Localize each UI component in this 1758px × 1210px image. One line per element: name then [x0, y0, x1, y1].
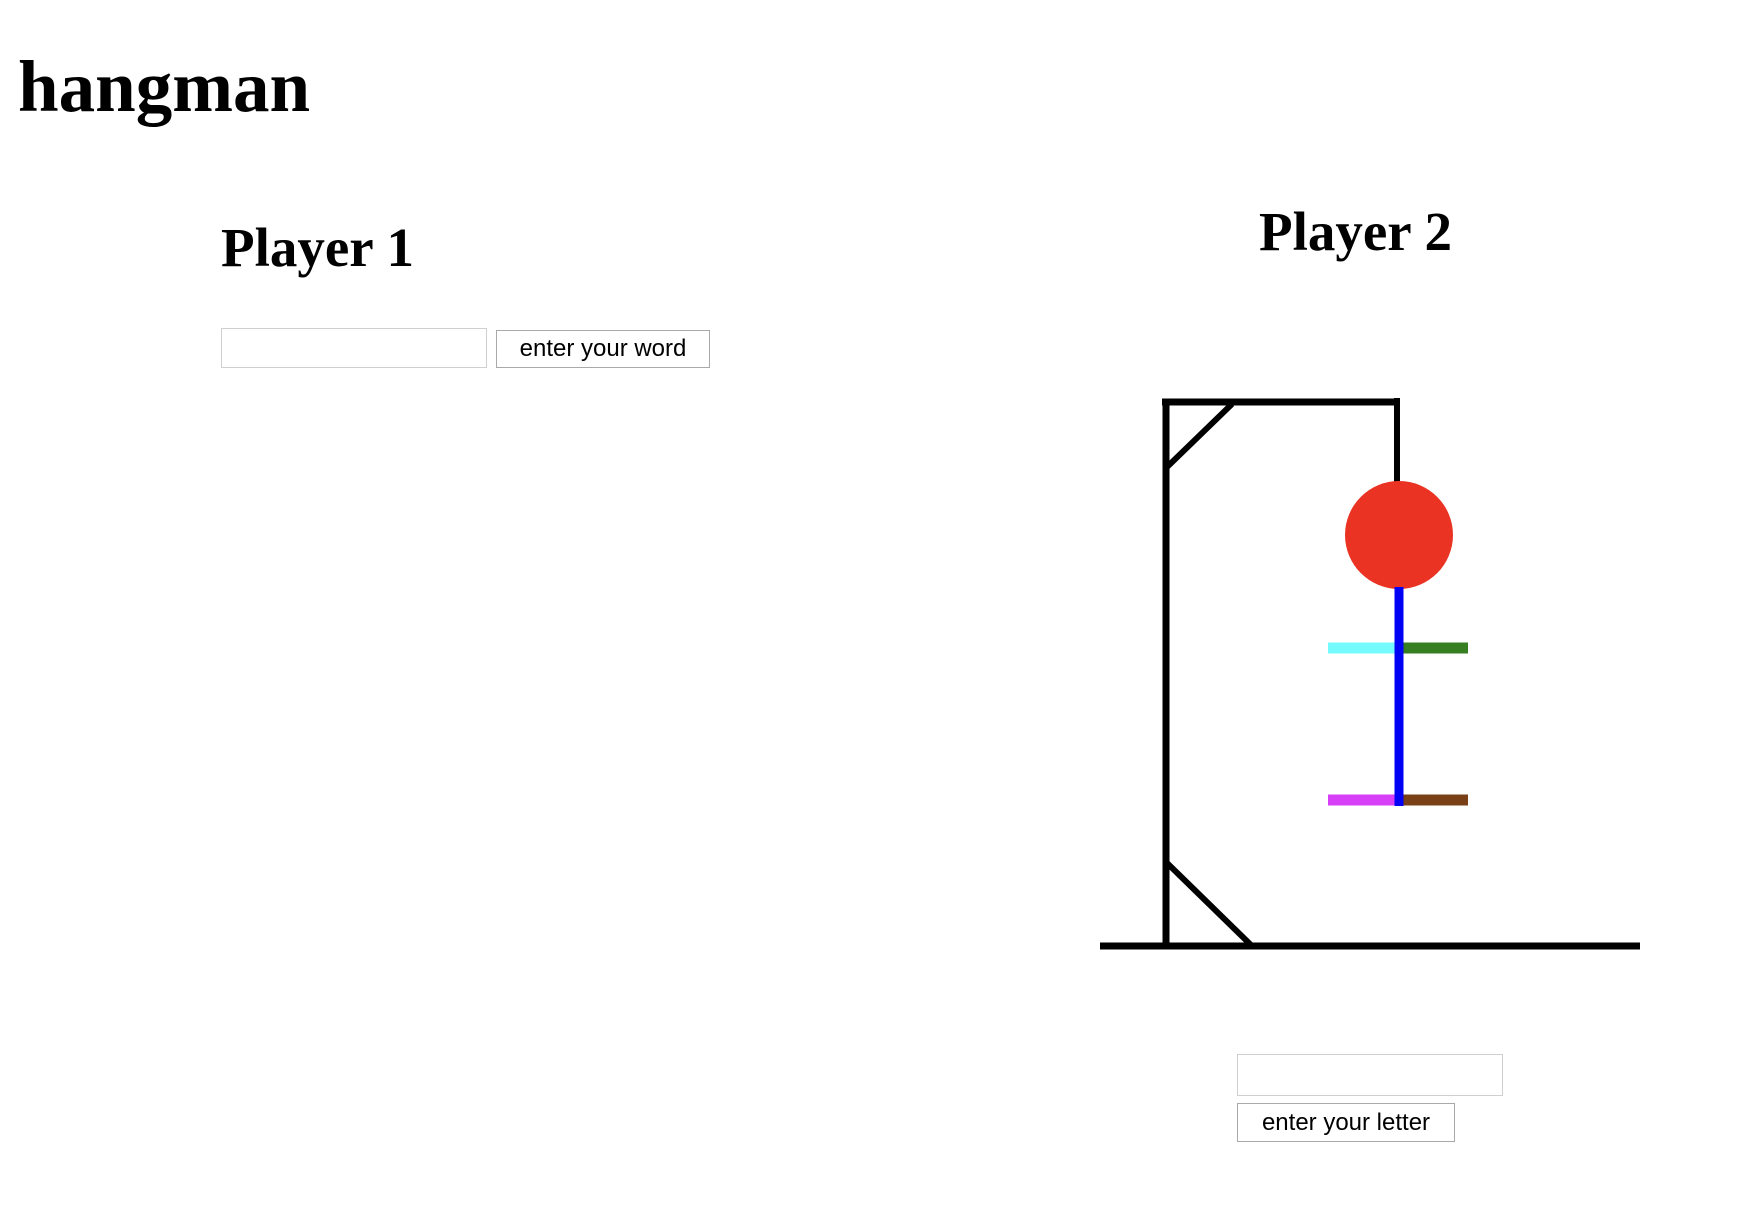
hangman-head	[1345, 481, 1453, 589]
gallows-bottom-brace	[1163, 859, 1255, 949]
gallows	[1100, 398, 1640, 950]
word-input[interactable]	[221, 328, 487, 368]
player-2-heading: Player 2	[1259, 201, 1452, 262]
gallows-top-brace	[1163, 401, 1235, 471]
hangman-drawing	[1100, 398, 1640, 950]
page-title: hangman	[18, 46, 311, 127]
enter-word-button[interactable]: enter your word	[496, 330, 710, 368]
letter-input[interactable]	[1237, 1054, 1503, 1096]
enter-letter-button[interactable]: enter your letter	[1237, 1103, 1455, 1142]
player-1-heading: Player 1	[221, 217, 414, 278]
